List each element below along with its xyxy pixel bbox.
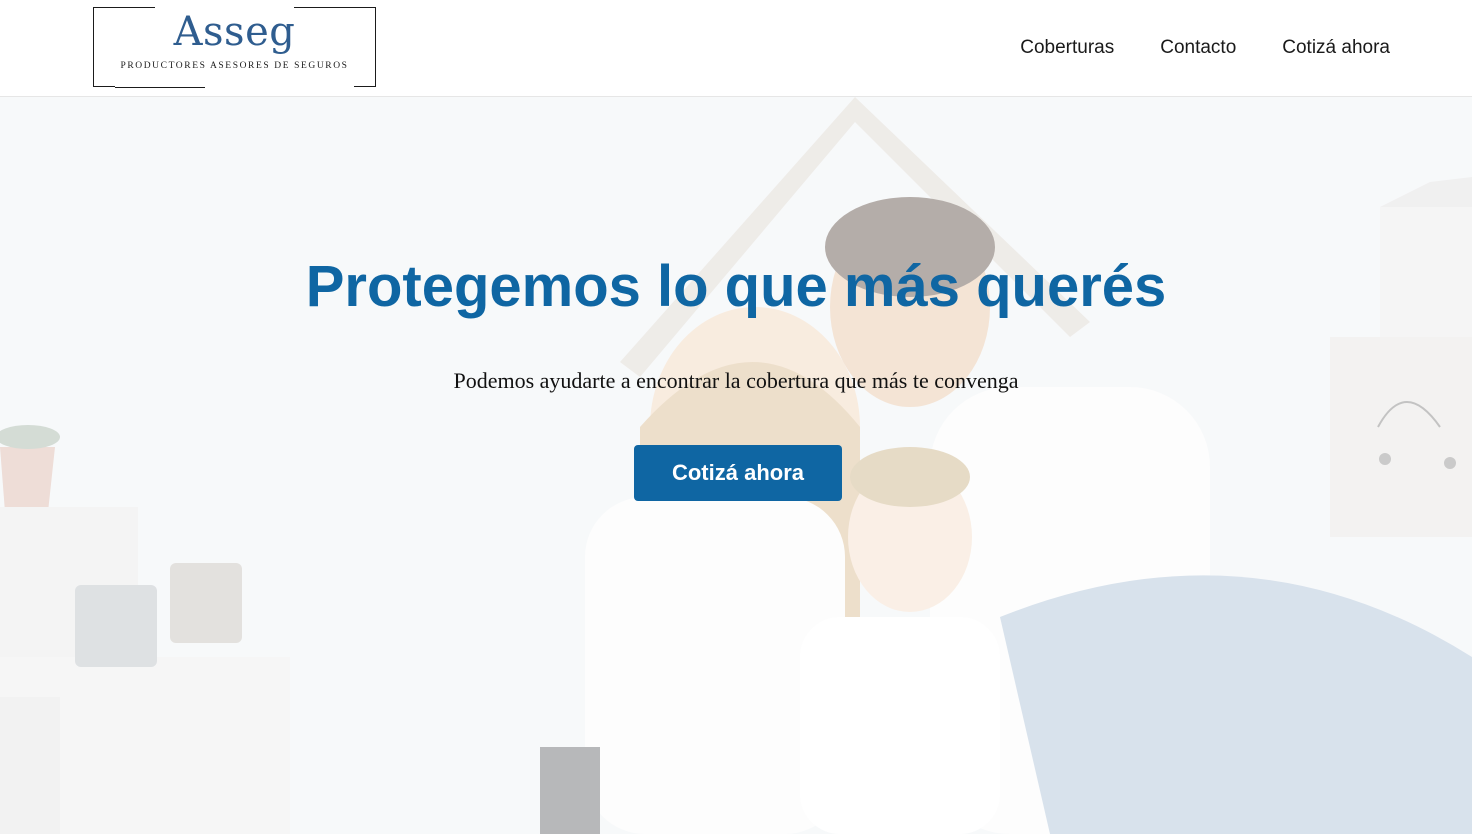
logo-frame-line [115, 7, 155, 8]
hero-subtitle: Podemos ayudarte a encontrar la cobertur… [453, 368, 1019, 393]
nav-link-contacto[interactable]: Contacto [1160, 35, 1236, 61]
site-header: Asseg Productores Asesores de Seguros Co… [0, 0, 1472, 97]
hero-section: Protegemos lo que más querés Podemos ayu… [0, 97, 1472, 834]
nav-link-coberturas[interactable]: Coberturas [1020, 35, 1114, 61]
nav-link-cotiza-ahora[interactable]: Cotizá ahora [1282, 35, 1390, 61]
main-nav: Coberturas Contacto Cotizá ahora [1020, 35, 1390, 61]
logo-frame-line [115, 87, 205, 88]
cotiza-ahora-button[interactable]: Cotizá ahora [634, 445, 842, 501]
logo-tagline: Productores Asesores de Seguros [120, 61, 349, 71]
hero-title: Protegemos lo que más querés [305, 254, 1167, 319]
logo-frame-line [294, 7, 354, 8]
brand-logo[interactable]: Asseg Productores Asesores de Seguros [93, 7, 376, 88]
logo-name: Asseg [173, 9, 296, 55]
